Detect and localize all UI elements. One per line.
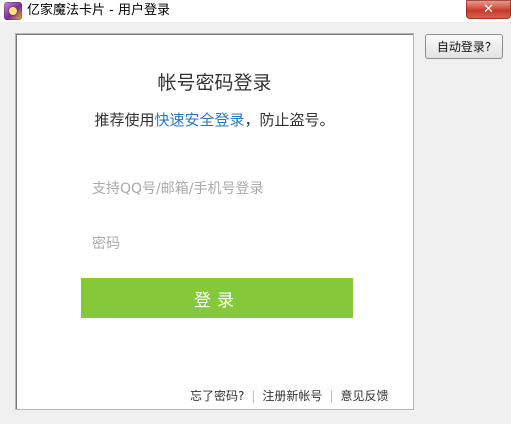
window-title: 亿家魔法卡片 - 用户登录 xyxy=(27,3,170,18)
feedback-link[interactable]: 意见反馈 xyxy=(340,389,388,403)
account-input[interactable] xyxy=(92,175,352,203)
recommend-text: 推荐使用快速安全登录，防止盗号。 xyxy=(16,110,413,130)
forgot-password-link[interactable]: 忘了密码? xyxy=(190,389,244,403)
login-title: 帐号密码登录 xyxy=(157,72,272,94)
footer-separator: | xyxy=(329,389,334,403)
footer-links: 忘了密码? | 注册新帐号 | 意见反馈 xyxy=(190,389,389,403)
close-icon: ✕ xyxy=(483,2,494,17)
footer-separator: | xyxy=(251,389,256,403)
password-input[interactable] xyxy=(92,230,352,258)
login-window: 亿家魔法卡片 - 用户登录 ✕ 帐号密码登录 推荐使用快速安全登录，防止盗号。 … xyxy=(0,0,511,424)
close-button[interactable]: ✕ xyxy=(466,0,511,19)
login-button[interactable]: 登录 xyxy=(81,278,353,318)
app-icon xyxy=(4,2,22,20)
recommend-suffix: ，防止盗号。 xyxy=(244,111,335,129)
app-icon-gem xyxy=(9,7,17,15)
quick-login-link[interactable]: 快速安全登录 xyxy=(154,111,244,129)
recommend-prefix: 推荐使用 xyxy=(94,111,155,129)
register-link[interactable]: 注册新帐号 xyxy=(262,389,322,403)
login-panel: 帐号密码登录 推荐使用快速安全登录，防止盗号。 登录 忘了密码? | 注册新帐号 | 意… xyxy=(15,33,414,410)
title-bar[interactable]: 亿家魔法卡片 - 用户登录 ✕ xyxy=(0,0,511,22)
auto-login-button[interactable]: 自动登录? xyxy=(425,34,503,59)
